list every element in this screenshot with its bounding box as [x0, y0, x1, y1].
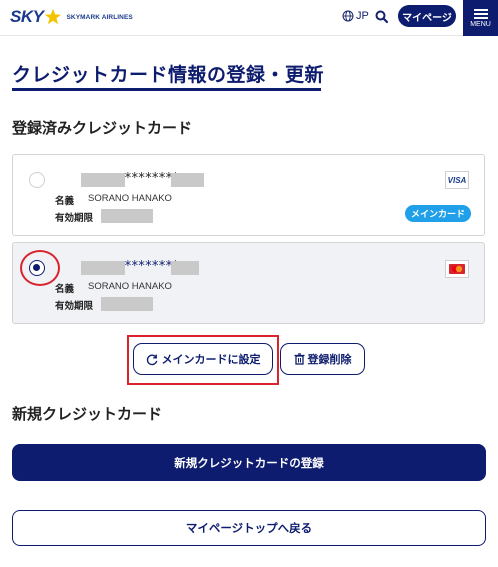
language-switch[interactable]: JP — [342, 10, 369, 22]
site-header: SKY SKYMARK AIRLINES JP マイページ MENU — [0, 0, 498, 36]
card-number-mask — [81, 173, 125, 187]
registered-cards-heading: 登録済みクレジットカード — [12, 119, 193, 137]
card-number-mask — [171, 261, 199, 275]
star-logo-icon — [45, 8, 62, 25]
visa-brand-label: VISA — [447, 175, 467, 185]
expiry-mask — [101, 209, 153, 223]
radio-highlight-annotation — [20, 250, 60, 286]
delete-card-label: 登録削除 — [307, 353, 352, 366]
skymark-logo[interactable]: SKY SKYMARK AIRLINES — [10, 7, 133, 27]
card-select-radio[interactable] — [29, 172, 45, 188]
main-card-badge: メインカード — [405, 205, 472, 222]
cardholder-name: SORANO HANAKO — [88, 281, 172, 292]
mastercard-brand-icon — [445, 260, 469, 278]
globe-icon — [342, 10, 354, 22]
card-number-mask — [171, 173, 204, 187]
credit-card-item[interactable]: ******** 名義 SORANO HANAKO 有効期限 — [12, 242, 485, 324]
visa-brand-icon: VISA — [445, 171, 469, 189]
page-title: クレジットカード情報の登録・更新 — [12, 64, 325, 86]
logo-wordmark: SKY — [10, 7, 44, 26]
delete-card-button[interactable]: 登録削除 — [280, 343, 365, 375]
menu-label: MENU — [470, 20, 491, 28]
cardholder-name: SORANO HANAKO — [88, 193, 172, 204]
expiry-label: 有効期限 — [55, 301, 94, 312]
mypage-button[interactable]: マイページ — [398, 5, 456, 27]
menu-button[interactable]: MENU — [463, 0, 498, 36]
register-new-card-button[interactable]: 新規クレジットカードの登録 — [12, 444, 486, 481]
card-number-mask — [81, 261, 125, 275]
button-highlight-annotation — [127, 335, 279, 385]
expiry-label: 有効期限 — [55, 213, 94, 224]
trash-icon — [294, 353, 304, 365]
logo-airline-name: SKYMARK AIRLINES — [66, 13, 133, 21]
search-icon[interactable] — [374, 9, 390, 25]
expiry-mask — [101, 297, 153, 311]
hamburger-menu-icon — [473, 8, 488, 19]
language-label: JP — [356, 10, 369, 22]
back-to-mypage-button[interactable]: マイページトップへ戻る — [12, 510, 486, 546]
new-card-heading: 新規クレジットカード — [12, 405, 163, 423]
cardholder-label: 名義 — [55, 196, 75, 207]
cardholder-label: 名義 — [55, 284, 75, 295]
title-underline — [12, 88, 321, 91]
credit-card-item[interactable]: ******** 名義 SORANO HANAKO 有効期限 VISA メインカ… — [12, 154, 485, 236]
mastercard-logo-icon — [449, 264, 465, 274]
